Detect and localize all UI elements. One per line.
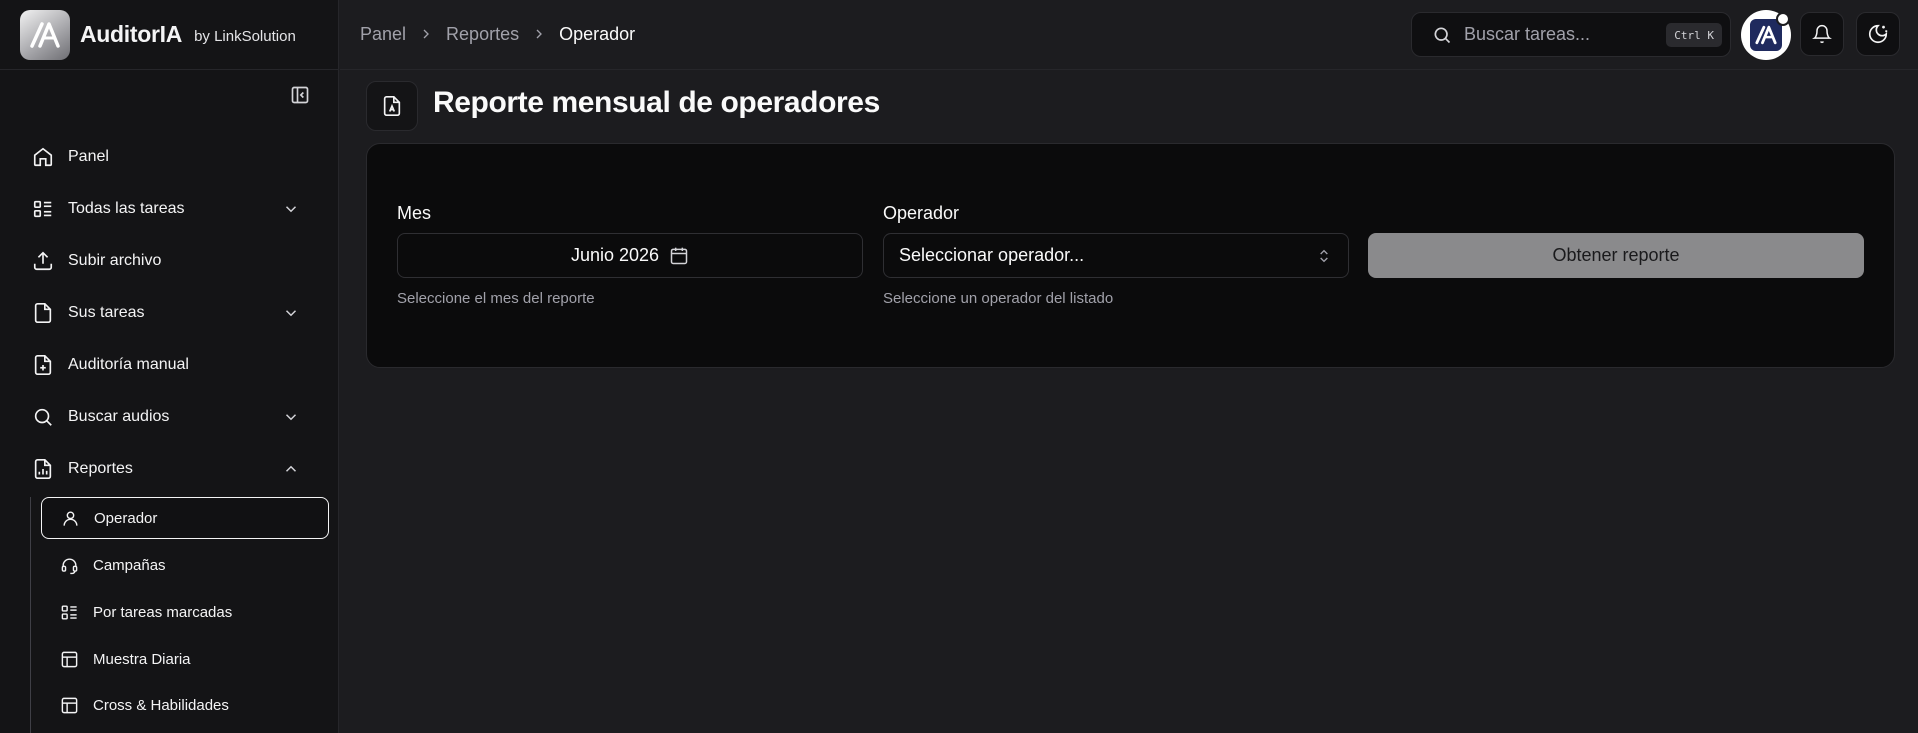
month-value: Junio 2026	[570, 245, 660, 265]
sidebar-subitem-label: Cross & Habilidades	[93, 696, 229, 714]
sidebar-subitem-muestra-diaria[interactable]: Muestra Diaria	[41, 638, 329, 680]
panel-left-icon	[291, 86, 309, 104]
sidebar-item-auditoria-manual[interactable]: Auditoría manual	[20, 343, 314, 387]
sidebar-item-reportes[interactable]: Reportes	[20, 447, 314, 491]
sidebar: AuditorIA by LinkSolution Panel Todas la…	[0, 0, 339, 733]
brand-name: AuditorIA	[80, 21, 183, 47]
chevron-down-icon	[285, 414, 297, 421]
search-placeholder: Buscar tareas...	[1464, 24, 1591, 44]
file-plus-icon	[34, 355, 52, 375]
sidebar-subitem-label: Operador	[94, 509, 158, 527]
sidebar-item-label: Panel	[68, 148, 109, 165]
upload-icon	[33, 251, 53, 271]
sidebar-subitem-label: Por tareas marcadas	[93, 603, 233, 621]
chevron-down-icon	[285, 206, 297, 213]
chevron-right-icon	[536, 29, 543, 39]
table-icon	[61, 697, 78, 713]
sidebar-subitem-por-tareas-marcadas[interactable]: Por tareas marcadas	[41, 591, 329, 633]
sidebar-subitem-label: Muestra Diaria	[93, 650, 191, 668]
sidebar-collapse-button[interactable]	[289, 84, 311, 106]
sidebar-item-label: Reportes	[68, 460, 133, 477]
breadcrumb: Panel Reportes Operador	[360, 0, 635, 68]
theme-toggle-button[interactable]	[1856, 12, 1900, 56]
brand[interactable]: AuditorIA by LinkSolution	[0, 0, 338, 70]
operator-label: Operador	[883, 203, 960, 223]
search-icon	[34, 408, 52, 426]
chevrons-up-down-icon	[1320, 249, 1328, 263]
sidebar-item-label: Sus tareas	[68, 304, 145, 321]
breadcrumb-operador: Operador	[559, 23, 636, 44]
sidebar-item-subir-archivo[interactable]: Subir archivo	[20, 239, 314, 283]
chevron-up-icon	[285, 465, 297, 472]
submenu-guide-line	[30, 497, 31, 733]
sidebar-item-label: Subir archivo	[68, 252, 162, 269]
operator-help-text: Seleccione un operador del listado	[883, 290, 1114, 307]
sidebar-item-label: Buscar audios	[68, 408, 170, 425]
avatar-status-dot	[1776, 12, 1790, 26]
sidebar-item-todas-las-tareas[interactable]: Todas las tareas	[20, 187, 314, 231]
search-shortcut: Ctrl K	[1666, 23, 1722, 47]
logo-mark-icon	[30, 21, 60, 48]
search-icon	[1434, 27, 1451, 43]
logo-mark-icon	[1755, 25, 1777, 45]
moon-stars-icon	[1868, 24, 1888, 44]
file-report-icon	[383, 96, 401, 116]
bell-icon	[1812, 24, 1832, 44]
notifications-button[interactable]	[1800, 12, 1844, 56]
avatar[interactable]	[1741, 10, 1791, 60]
chevron-down-icon	[285, 310, 297, 317]
sidebar-item-label: Auditoría manual	[68, 356, 189, 373]
sidebar-item-sus-tareas[interactable]: Sus tareas	[20, 291, 314, 335]
operator-select[interactable]: Seleccionar operador...	[883, 233, 1349, 278]
home-icon	[33, 147, 53, 167]
headset-icon	[61, 557, 78, 574]
sidebar-item-panel[interactable]: Panel	[20, 135, 314, 179]
breadcrumb-panel[interactable]: Panel	[360, 24, 406, 45]
month-help-text: Seleccione el mes del reporte	[397, 290, 595, 307]
search-input[interactable]: Buscar tareas... Ctrl K	[1411, 12, 1731, 57]
sidebar-item-label: Todas las tareas	[68, 200, 185, 217]
file-icon	[34, 303, 52, 323]
sidebar-subitem-campanas[interactable]: Campañas	[41, 544, 329, 586]
list-icon	[61, 604, 77, 620]
sidebar-item-buscar-audios[interactable]: Buscar audios	[20, 395, 314, 439]
file-chart-icon	[34, 459, 52, 479]
get-report-button[interactable]: Obtener reporte	[1368, 233, 1864, 278]
sidebar-subitem-operador[interactable]: Operador	[41, 497, 329, 539]
list-icon	[33, 200, 52, 218]
sidebar-subitem-cross-habilidades[interactable]: Cross & Habilidades	[41, 684, 329, 726]
table-icon	[61, 651, 78, 667]
brand-logo	[20, 9, 70, 60]
user-icon	[63, 510, 78, 526]
page-title: Reporte mensual de operadores	[433, 86, 880, 119]
month-picker[interactable]: Junio 2026	[397, 233, 863, 278]
sidebar-subitem-label: Campañas	[93, 556, 166, 574]
chevron-right-icon	[423, 29, 429, 39]
month-label: Mes	[397, 203, 432, 223]
operator-placeholder: Seleccionar operador...	[899, 245, 1085, 265]
calendar-icon	[670, 247, 688, 264]
report-file-icon	[366, 81, 418, 131]
brand-tagline: by LinkSolution	[194, 28, 296, 45]
breadcrumb-reportes[interactable]: Reportes	[446, 24, 519, 45]
